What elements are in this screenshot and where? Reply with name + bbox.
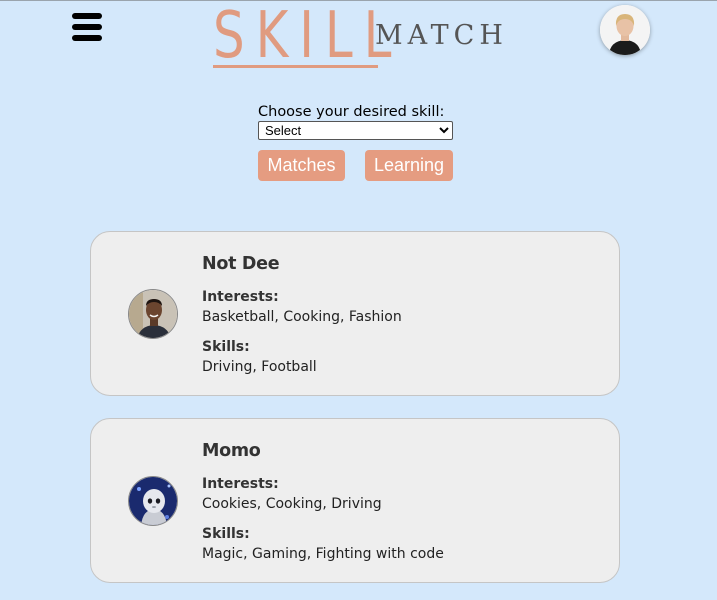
avatar-image (129, 477, 177, 525)
match-name: Not Dee (202, 254, 280, 274)
menu-icon[interactable] (72, 13, 102, 43)
avatar (128, 289, 178, 339)
match-name: Momo (202, 441, 261, 461)
skill-chooser-label: Choose your desired skill: (258, 104, 445, 120)
avatar-image (129, 290, 177, 338)
match-card: Not Dee Interests: Basketball, Cooking, … (90, 231, 620, 396)
skills-value: Driving, Football (202, 359, 317, 375)
avatar (128, 476, 178, 526)
interests-label: Interests: (202, 476, 279, 492)
menu-bar (72, 13, 102, 19)
menu-bar (72, 35, 102, 41)
match-card: Momo Interests: Cookies, Cooking, Drivin… (90, 418, 620, 583)
page: SKILL MATCH Choose your desired skill: S… (0, 0, 717, 600)
skills-value: Magic, Gaming, Fighting with code (202, 546, 444, 562)
skill-chooser: Choose your desired skill: Select (258, 103, 453, 140)
interests-label: Interests: (202, 289, 279, 305)
profile-avatar-image (600, 5, 650, 55)
logo-underline (213, 65, 378, 68)
interests-value: Cookies, Cooking, Driving (202, 496, 382, 512)
learning-button[interactable]: Learning (365, 150, 453, 181)
logo-secondary: MATCH (375, 20, 508, 51)
logo-primary: SKILL (213, 0, 403, 73)
profile-avatar[interactable] (600, 5, 650, 55)
menu-bar (72, 24, 102, 30)
skill-select[interactable]: Select (258, 121, 453, 140)
skills-label: Skills: (202, 526, 250, 542)
skills-label: Skills: (202, 339, 250, 355)
interests-value: Basketball, Cooking, Fashion (202, 309, 402, 325)
matches-button[interactable]: Matches (258, 150, 345, 181)
